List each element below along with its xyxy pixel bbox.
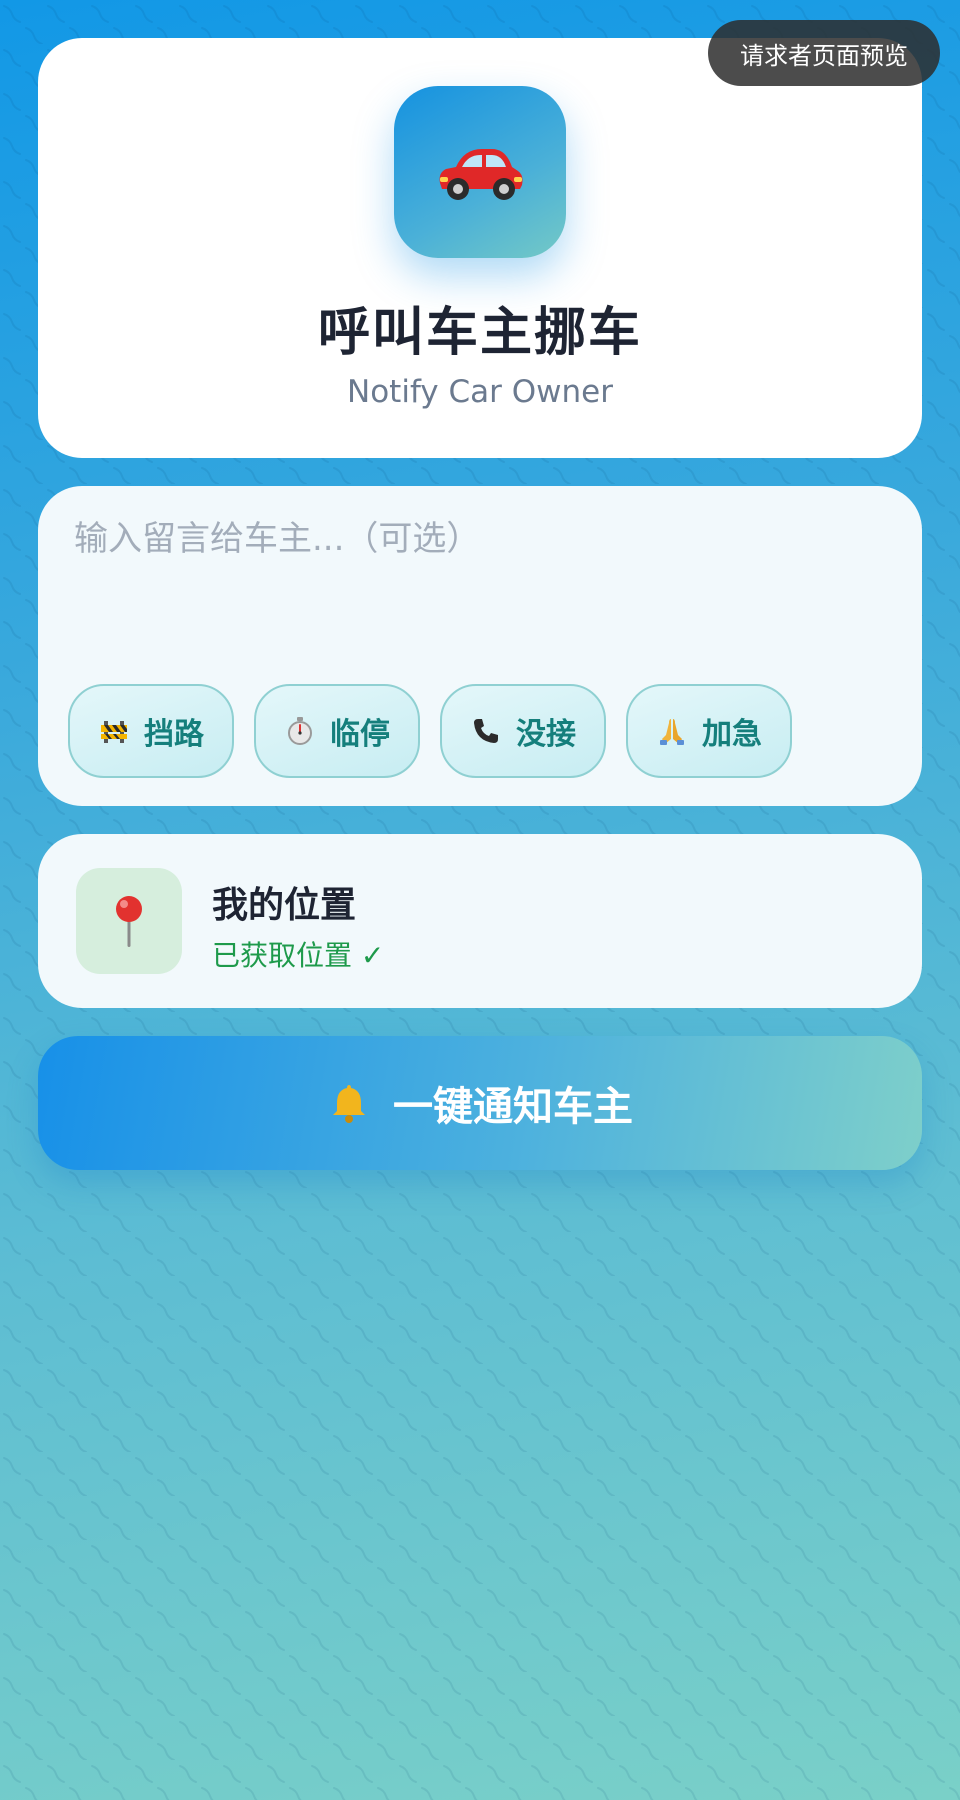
location-title: 我的位置 — [212, 885, 357, 926]
preview-badge-label: 请求者页面预览 — [740, 41, 908, 70]
message-card: 挡路 临停 没接 加急 — [38, 486, 922, 806]
car-icon — [439, 149, 523, 200]
chip-label: 没接 — [516, 717, 576, 752]
chip-no-answer[interactable]: 没接 — [440, 684, 606, 778]
stopwatch-icon — [284, 715, 316, 747]
construction-barrier-icon — [98, 715, 130, 747]
location-icon-tile — [76, 868, 182, 974]
preview-badge[interactable]: 请求者页面预览 — [708, 20, 940, 86]
quick-reply-chips: 挡路 临停 没接 加急 — [68, 684, 792, 778]
chip-label: 加急 — [702, 717, 762, 752]
bell-icon — [333, 1085, 365, 1123]
message-input[interactable] — [74, 508, 886, 648]
location-pin-icon — [116, 896, 142, 947]
notify-button-label: 一键通知车主 — [393, 1084, 633, 1130]
chip-urgent[interactable]: 加急 — [626, 684, 792, 778]
page-title: 呼叫车主挪车 — [317, 303, 642, 363]
praying-hands-icon — [656, 715, 688, 747]
chip-label: 临停 — [330, 717, 390, 752]
page-subtitle: Notify Car Owner — [347, 374, 613, 410]
phone-icon — [470, 715, 502, 747]
chip-label: 挡路 — [144, 717, 204, 752]
notify-owner-button[interactable]: 一键通知车主 — [38, 1036, 922, 1170]
location-card[interactable]: 我的位置 已获取位置 ✓ — [38, 834, 922, 1008]
app-icon — [394, 86, 566, 258]
location-status: 已获取位置 ✓ — [212, 939, 385, 972]
chip-temporary-stop[interactable]: 临停 — [254, 684, 420, 778]
header-card: 呼叫车主挪车 Notify Car Owner — [38, 38, 922, 458]
chip-blocking[interactable]: 挡路 — [68, 684, 234, 778]
